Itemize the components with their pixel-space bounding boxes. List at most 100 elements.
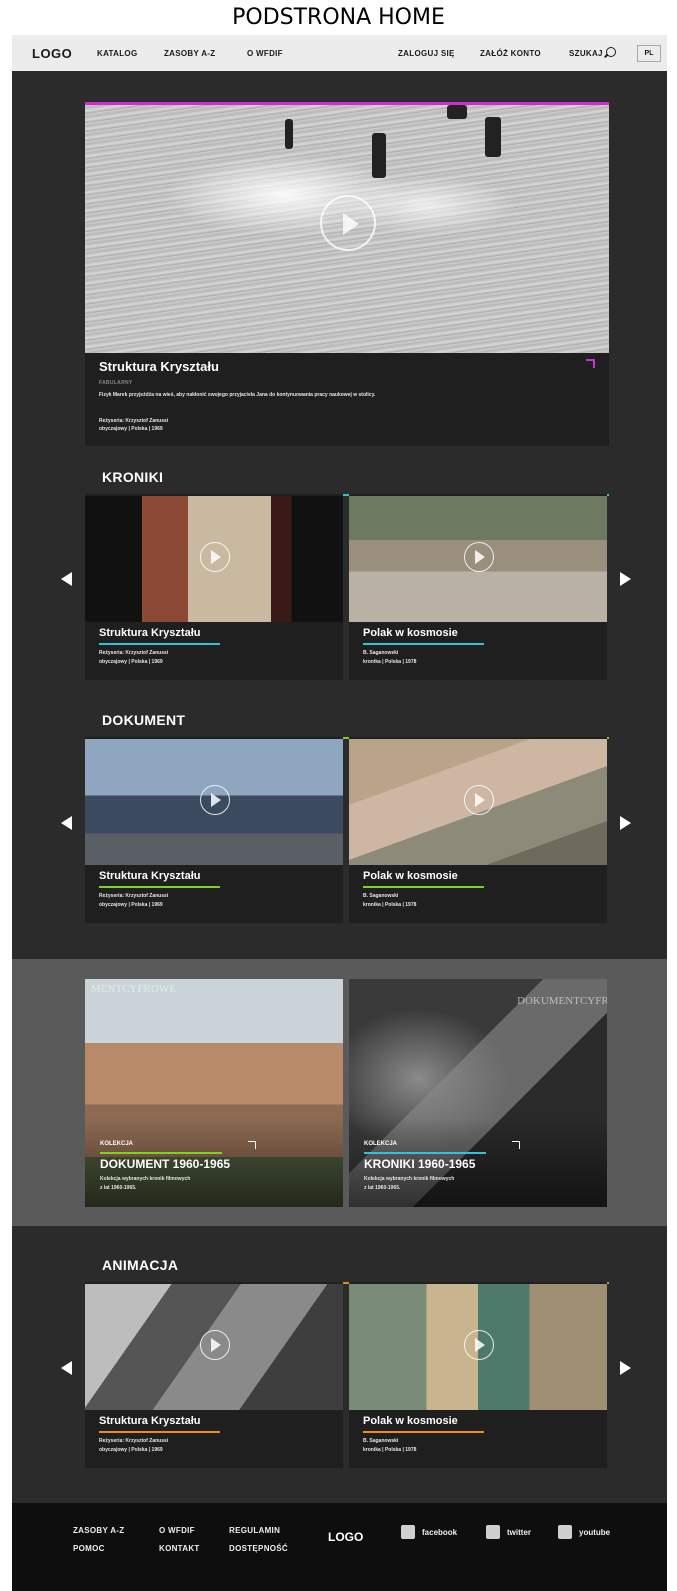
hero-description: Fizyk Marek przyjeżdża na wieś, aby nakł… [99, 392, 376, 398]
collections-band: MENTCYFROWE KOLEKCJA DOKUMENT 1960-1965 … [12, 959, 667, 1226]
card-director: Reżyseria: Krzysztof Zanussi [99, 650, 169, 656]
footer-link-pomoc[interactable]: POMOC [73, 1544, 105, 1553]
footer-link-dostepnosc[interactable]: DOSTĘPNOŚĆ [229, 1544, 288, 1553]
hero-genre: FABULARNY [99, 380, 133, 386]
hero-featured[interactable]: Struktura Kryształu FABULARNY Fizyk Mare… [85, 102, 609, 446]
collection-desc-line: z lat 1960-1965. [100, 1185, 137, 1191]
skier-figure [447, 105, 467, 119]
collection-accent-line [100, 1152, 222, 1154]
twitter-icon[interactable] [486, 1525, 500, 1539]
collection-title[interactable]: KRONIKI 1960-1965 [364, 1157, 475, 1171]
card-info: obyczajowy | Polska | 1969 [99, 1447, 163, 1453]
play-icon[interactable] [464, 785, 494, 815]
card-title[interactable]: Struktura Kryształu [99, 870, 200, 882]
hero-info: obyczajowy | Polska | 1969 [99, 426, 163, 432]
collection-description: Kolekcja wybranych kronik filmowych z la… [100, 1175, 190, 1193]
corner-bracket-icon [586, 359, 595, 368]
nav-item-katalog[interactable]: KATALOG [97, 49, 137, 58]
play-icon[interactable] [200, 785, 230, 815]
collection-card[interactable]: MENTCYFROWE KOLEKCJA DOKUMENT 1960-1965 … [85, 979, 343, 1207]
section-title-dokument: DOKUMENT [102, 712, 186, 728]
search-icon[interactable] [606, 47, 616, 57]
card-info: kronika | Polska | 1978 [363, 659, 417, 665]
page-frame: LOGO KATALOG ZASOBY A-Z O WFDIF ZALOGUJ … [12, 35, 667, 1591]
play-icon[interactable] [200, 1330, 230, 1360]
film-card[interactable]: Struktura Kryształu Reżyseria: Krzysztof… [85, 1282, 343, 1468]
card-meta: B. Saganowski kronika | Polska | 1978 [363, 892, 416, 910]
register-link[interactable]: ZAŁÓŻ KONTO [480, 49, 541, 58]
card-director: B. Saganowski [363, 650, 399, 656]
card-underline [99, 643, 220, 645]
nav-logo[interactable]: LOGO [32, 46, 72, 61]
card-director: B. Saganowski [363, 893, 399, 899]
twitter-link[interactable]: twitter [507, 1528, 531, 1537]
play-icon[interactable] [200, 542, 230, 572]
collection-desc-line: z lat 1960-1965. [364, 1185, 401, 1191]
skier-figure [372, 133, 386, 178]
film-card[interactable]: Polak w kosmosie B. Saganowski kronika |… [349, 494, 607, 680]
section-title-animacja: ANIMACJA [102, 1257, 179, 1273]
carousel-prev-icon[interactable] [61, 1361, 72, 1375]
language-switch[interactable]: PL [637, 45, 661, 62]
card-info: kronika | Polska | 1978 [363, 902, 417, 908]
card-title[interactable]: Polak w kosmosie [363, 627, 458, 639]
card-meta: B. Saganowski kronika | Polska | 1978 [363, 649, 416, 667]
search-link[interactable]: SZUKAJ [569, 49, 603, 58]
card-director: B. Saganowski [363, 1438, 399, 1444]
film-card[interactable]: Polak w kosmosie B. Saganowski kronika |… [349, 737, 607, 923]
play-icon[interactable] [320, 195, 376, 251]
section-title-kroniki: KRONIKI [102, 469, 164, 485]
card-underline [363, 643, 484, 645]
play-icon[interactable] [464, 1330, 494, 1360]
hero-title[interactable]: Struktura Kryształu [99, 359, 219, 374]
card-meta: Reżyseria: Krzysztof Zanussi obyczajowy … [99, 892, 168, 910]
card-title[interactable]: Struktura Kryształu [99, 627, 200, 639]
skier-figure [285, 119, 293, 149]
collection-description: Kolekcja wybranych kronik filmowych z la… [364, 1175, 454, 1193]
login-link[interactable]: ZALOGUJ SIĘ [398, 49, 455, 58]
nav-item-o-wfdif[interactable]: O WFDIF [247, 49, 283, 58]
carousel-next-icon[interactable] [620, 572, 631, 586]
carousel-next-icon[interactable] [620, 816, 631, 830]
film-card[interactable]: Polak w kosmosie B. Saganowski kronika |… [349, 1282, 607, 1468]
footer-link-regulamin[interactable]: REGULAMIN [229, 1526, 280, 1535]
carousel-next-icon[interactable] [620, 1361, 631, 1375]
collection-label: KOLEKCJA [100, 1141, 134, 1147]
card-title[interactable]: Polak w kosmosie [363, 870, 458, 882]
card-meta: Reżyseria: Krzysztof Zanussi obyczajowy … [99, 649, 168, 667]
film-card[interactable]: Struktura Kryształu Reżyseria: Krzysztof… [85, 737, 343, 923]
footer-link-o-wfdif[interactable]: O WFDIF [159, 1526, 195, 1535]
collection-desc-line: Kolekcja wybranych kronik filmowych [100, 1176, 191, 1182]
play-icon[interactable] [464, 542, 494, 572]
page-label: PODSTRONA HOME [232, 5, 445, 30]
collection-title[interactable]: DOKUMENT 1960-1965 [100, 1157, 230, 1171]
card-title[interactable]: Struktura Kryształu [99, 1415, 200, 1427]
card-info: obyczajowy | Polska | 1969 [99, 659, 163, 665]
footer-link-kontakt[interactable]: KONTAKT [159, 1544, 200, 1553]
carousel-prev-icon[interactable] [61, 572, 72, 586]
card-director: Reżyseria: Krzysztof Zanussi [99, 893, 169, 899]
youtube-icon[interactable] [558, 1525, 572, 1539]
card-info: kronika | Polska | 1978 [363, 1447, 417, 1453]
youtube-link[interactable]: youtube [579, 1528, 610, 1537]
top-nav: LOGO KATALOG ZASOBY A-Z O WFDIF ZALOGUJ … [12, 35, 667, 71]
card-meta: Reżyseria: Krzysztof Zanussi obyczajowy … [99, 1437, 168, 1455]
card-meta: B. Saganowski kronika | Polska | 1978 [363, 1437, 416, 1455]
facebook-icon[interactable] [401, 1525, 415, 1539]
collection-card[interactable]: DOKUMENTCYFROW KOLEKCJA KRONIKI 1960-196… [349, 979, 607, 1207]
hero-director: Reżyseria: Krzysztof Zanussi [99, 418, 169, 424]
facebook-link[interactable]: facebook [422, 1528, 457, 1537]
film-card[interactable]: Struktura Kryształu Reżyseria: Krzysztof… [85, 494, 343, 680]
card-underline [99, 1431, 220, 1433]
footer-link-zasoby[interactable]: ZASOBY A-Z [73, 1526, 124, 1535]
card-info: obyczajowy | Polska | 1969 [99, 902, 163, 908]
nav-item-zasoby[interactable]: ZASOBY A-Z [164, 49, 215, 58]
card-title[interactable]: Polak w kosmosie [363, 1415, 458, 1427]
collection-accent-line [364, 1152, 486, 1154]
card-director: Reżyseria: Krzysztof Zanussi [99, 1438, 169, 1444]
skier-figure [485, 117, 501, 157]
footer-logo[interactable]: LOGO [328, 1530, 363, 1544]
footer: ZASOBY A-Z POMOC O WFDIF KONTAKT REGULAM… [12, 1503, 667, 1591]
collection-label: KOLEKCJA [364, 1141, 398, 1147]
carousel-prev-icon[interactable] [61, 816, 72, 830]
